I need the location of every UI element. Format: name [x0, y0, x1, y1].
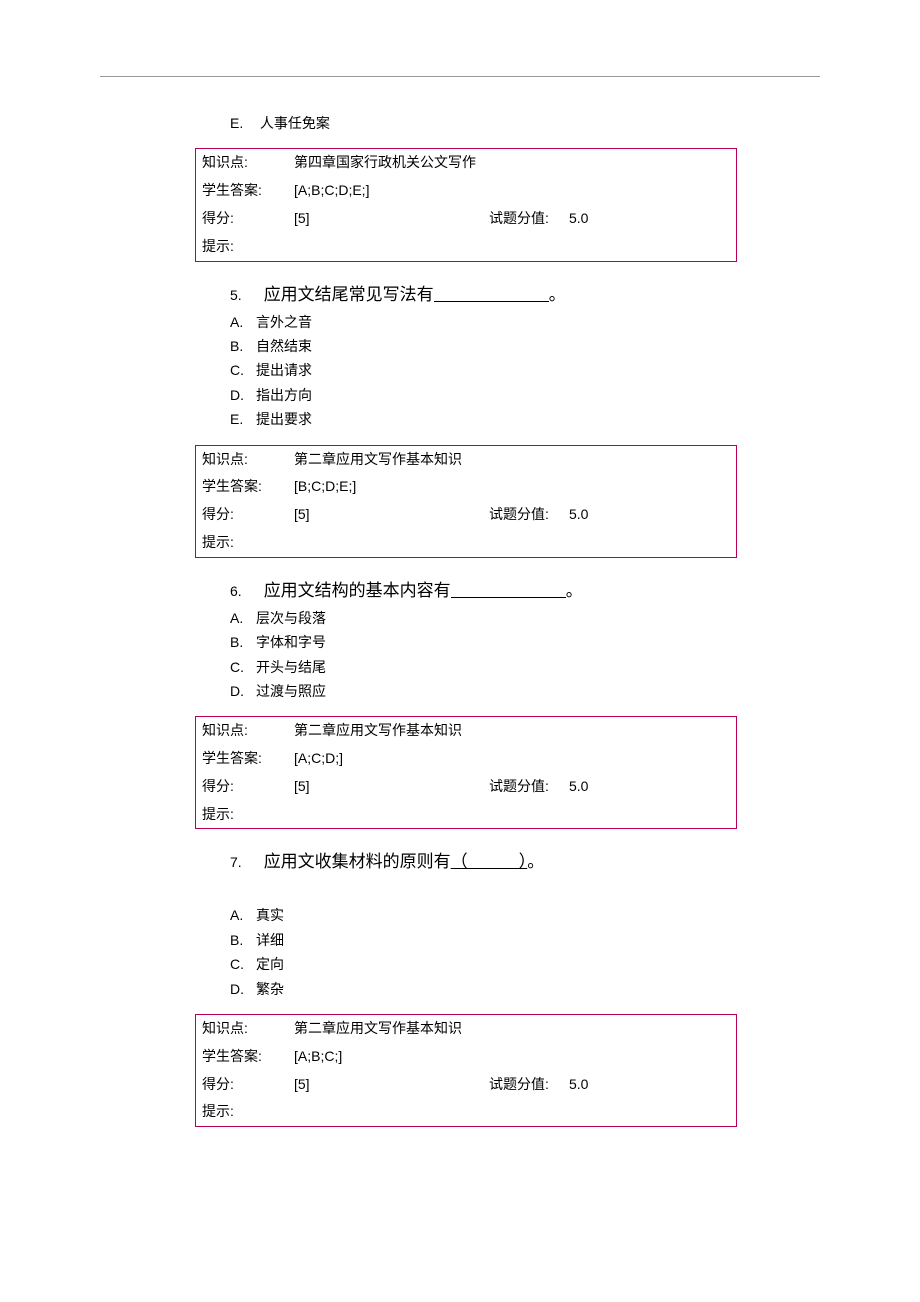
answer-box-3: 知识点: 第二章应用文写作基本知识 学生答案: [A;C;D;] 得分: [5]…	[195, 716, 737, 829]
score-value: [5]	[294, 775, 489, 799]
ans-label: 学生答案:	[202, 179, 294, 203]
option-text: 提出请求	[256, 362, 312, 378]
score-value: [5]	[294, 207, 489, 231]
score-label: 得分:	[202, 1073, 294, 1097]
ans-value: [A;B;C;]	[294, 1045, 730, 1069]
maxscore-label: 试题分值:	[489, 775, 569, 799]
maxscore-label: 试题分值:	[489, 1073, 569, 1097]
header-divider	[100, 76, 820, 78]
maxscore-value: 5.0	[569, 775, 588, 799]
question-number: 7.	[230, 854, 242, 870]
option-line: A.层次与段落	[230, 607, 820, 629]
maxscore-value: 5.0	[569, 1073, 588, 1097]
option-text: 指出方向	[256, 387, 312, 403]
question-number: 5.	[230, 287, 242, 303]
option-letter: E.	[230, 408, 256, 430]
score-value: [5]	[294, 1073, 489, 1097]
option-line: D.过渡与照应	[230, 680, 820, 702]
hint-label: 提示:	[202, 803, 294, 827]
option-letter: C.	[230, 359, 256, 381]
question-number: 6.	[230, 583, 242, 599]
option-text: 自然结束	[256, 338, 312, 354]
option-letter: D.	[230, 978, 256, 1000]
hint-label: 提示:	[202, 531, 294, 555]
maxscore-value: 5.0	[569, 207, 588, 231]
question-5: 5. 应用文结尾常见写法有。	[230, 280, 820, 305]
ans-label: 学生答案:	[202, 475, 294, 499]
option-text: 繁杂	[256, 981, 284, 997]
kp-value: 第四章国家行政机关公文写作	[294, 151, 730, 175]
ans-label: 学生答案:	[202, 1045, 294, 1069]
option-line: B.详细	[230, 929, 820, 951]
option-letter: A.	[230, 607, 256, 629]
option-text: 开头与结尾	[256, 659, 326, 675]
kp-value: 第二章应用文写作基本知识	[294, 719, 730, 743]
option-text: 提出要求	[256, 411, 312, 427]
option-text: 过渡与照应	[256, 683, 326, 699]
answer-box-1: 知识点: 第四章国家行政机关公文写作 学生答案: [A;B;C;D;E;] 得分…	[195, 148, 737, 261]
ans-label: 学生答案:	[202, 747, 294, 771]
kp-label: 知识点:	[202, 448, 294, 472]
option-line: A.言外之音	[230, 311, 820, 333]
option-text: 人事任免案	[260, 115, 330, 131]
score-label: 得分:	[202, 207, 294, 231]
option-line: C.提出请求	[230, 359, 820, 381]
ans-value: [A;C;D;]	[294, 747, 730, 771]
option-letter: C.	[230, 953, 256, 975]
option-line: D.繁杂	[230, 978, 820, 1000]
option-letter: A.	[230, 904, 256, 926]
option-text: 层次与段落	[256, 610, 326, 626]
option-line: C.定向	[230, 953, 820, 975]
option-letter: A.	[230, 311, 256, 333]
option-line: A.真实	[230, 904, 820, 926]
option-line: E.提出要求	[230, 408, 820, 430]
option-line: C.开头与结尾	[230, 656, 820, 678]
maxscore-label: 试题分值:	[489, 503, 569, 527]
kp-label: 知识点:	[202, 151, 294, 175]
option-letter: B.	[230, 929, 256, 951]
question-7: 7. 应用文收集材料的原则有（ ）。	[230, 847, 820, 872]
ans-value: [A;B;C;D;E;]	[294, 179, 730, 203]
maxscore-value: 5.0	[569, 503, 588, 527]
question-text: 应用文收集材料的原则有（ ）。	[264, 847, 545, 872]
question-text: 应用文结构的基本内容有。	[264, 576, 583, 601]
kp-value: 第二章应用文写作基本知识	[294, 1017, 730, 1041]
option-letter: D.	[230, 384, 256, 406]
kp-value: 第二章应用文写作基本知识	[294, 448, 730, 472]
option-line: D.指出方向	[230, 384, 820, 406]
blank-underline	[434, 284, 549, 302]
hint-label: 提示:	[202, 1100, 294, 1124]
option-text: 定向	[256, 956, 284, 972]
score-value: [5]	[294, 503, 489, 527]
option-line: B.字体和字号	[230, 631, 820, 653]
option-letter: C.	[230, 656, 256, 678]
hint-label: 提示:	[202, 235, 294, 259]
option-line: B.自然结束	[230, 335, 820, 357]
option-letter: E.	[230, 112, 256, 134]
kp-label: 知识点:	[202, 719, 294, 743]
option-text: 字体和字号	[256, 634, 326, 650]
answer-box-4: 知识点: 第二章应用文写作基本知识 学生答案: [A;B;C;] 得分: [5]…	[195, 1014, 737, 1127]
ans-value: [B;C;D;E;]	[294, 475, 730, 499]
kp-label: 知识点:	[202, 1017, 294, 1041]
score-label: 得分:	[202, 503, 294, 527]
question-6: 6. 应用文结构的基本内容有。	[230, 576, 820, 601]
question-text: 应用文结尾常见写法有。	[264, 280, 566, 305]
option-letter: B.	[230, 335, 256, 357]
blank-paren: （ ）	[451, 852, 528, 871]
option-text: 言外之音	[256, 314, 312, 330]
score-label: 得分:	[202, 775, 294, 799]
option-intro-e: E. 人事任免案	[230, 112, 820, 134]
document-page: E. 人事任免案 知识点: 第四章国家行政机关公文写作 学生答案: [A;B;C…	[0, 0, 920, 1201]
option-text: 详细	[256, 932, 284, 948]
blank-underline	[451, 580, 566, 598]
option-letter: B.	[230, 631, 256, 653]
maxscore-label: 试题分值:	[489, 207, 569, 231]
answer-box-2: 知识点: 第二章应用文写作基本知识 学生答案: [B;C;D;E;] 得分: […	[195, 445, 737, 558]
option-text: 真实	[256, 907, 284, 923]
option-letter: D.	[230, 680, 256, 702]
